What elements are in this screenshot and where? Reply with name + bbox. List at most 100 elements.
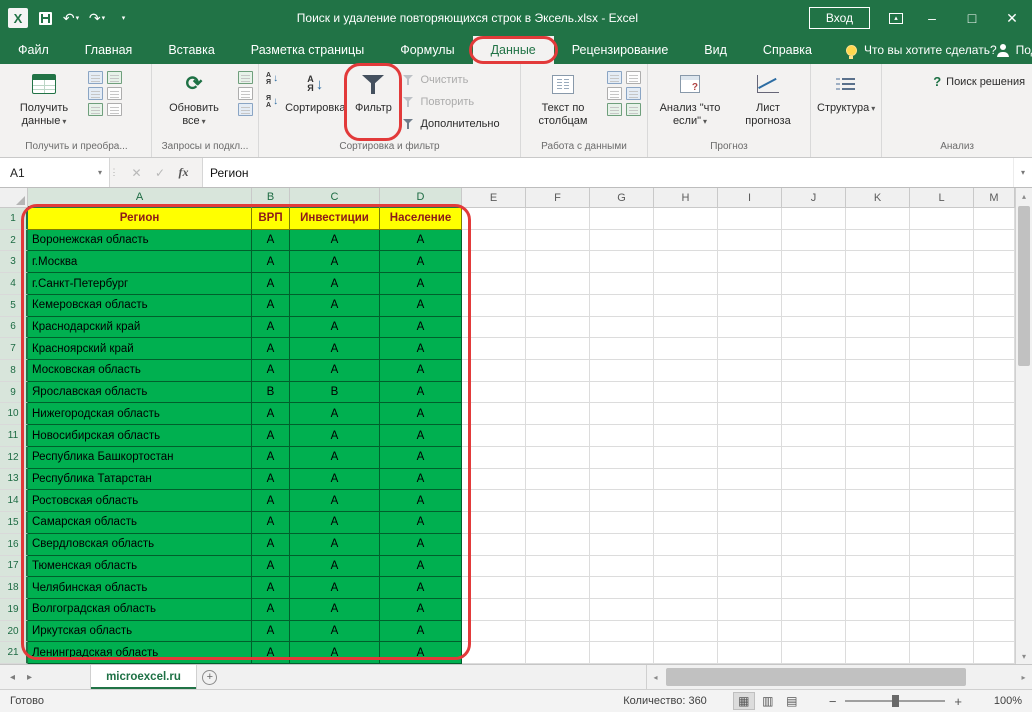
cell-D7[interactable]: A <box>380 338 462 360</box>
cell-B1[interactable]: ВРП <box>252 208 290 230</box>
cell-A1[interactable]: Регион <box>28 208 252 230</box>
tab-page-layout[interactable]: Разметка страницы <box>233 36 382 64</box>
tab-file[interactable]: Файл <box>0 36 67 64</box>
cell-C12[interactable]: A <box>290 447 380 469</box>
cell-B4[interactable]: A <box>252 273 290 295</box>
cell-A12[interactable]: Республика Башкортостан <box>28 447 252 469</box>
cell-M19[interactable] <box>974 599 1015 621</box>
manage-data-model-icon[interactable] <box>626 103 641 116</box>
cell-A19[interactable]: Волгоградская область <box>28 599 252 621</box>
cell-C5[interactable]: A <box>290 295 380 317</box>
share-button[interactable]: Поделиться <box>997 36 1032 64</box>
cell-M14[interactable] <box>974 490 1015 512</box>
cell-C14[interactable]: A <box>290 490 380 512</box>
cell-A14[interactable]: Ростовская область <box>28 490 252 512</box>
column-header-C[interactable]: C <box>290 188 380 208</box>
cell-C9[interactable]: B <box>290 382 380 404</box>
cell-L1[interactable] <box>910 208 974 230</box>
name-box-dropdown-icon[interactable]: ▾ <box>98 168 109 177</box>
cell-F8[interactable] <box>526 360 590 382</box>
cell-B8[interactable]: A <box>252 360 290 382</box>
cell-A16[interactable]: Свердловская область <box>28 534 252 556</box>
cell-E20[interactable] <box>462 621 526 643</box>
cell-H8[interactable] <box>654 360 718 382</box>
cell-J4[interactable] <box>782 273 846 295</box>
cell-I18[interactable] <box>718 577 782 599</box>
cell-M8[interactable] <box>974 360 1015 382</box>
tab-data[interactable]: Данные <box>473 36 554 64</box>
page-layout-view-button[interactable]: ▥ <box>757 692 779 710</box>
from-text-csv-icon[interactable] <box>88 71 103 84</box>
cell-J7[interactable] <box>782 338 846 360</box>
cell-D13[interactable]: A <box>380 469 462 491</box>
from-web-icon[interactable] <box>88 87 103 100</box>
cell-D20[interactable]: A <box>380 621 462 643</box>
row-header-17[interactable]: 17 <box>0 556 28 578</box>
existing-connections-icon[interactable] <box>88 103 103 116</box>
cell-G4[interactable] <box>590 273 654 295</box>
cell-H21[interactable] <box>654 642 718 664</box>
cell-J14[interactable] <box>782 490 846 512</box>
cell-H5[interactable] <box>654 295 718 317</box>
cell-M16[interactable] <box>974 534 1015 556</box>
page-break-view-button[interactable]: ▤ <box>781 692 803 710</box>
cell-E18[interactable] <box>462 577 526 599</box>
cell-J15[interactable] <box>782 512 846 534</box>
cell-B18[interactable]: A <box>252 577 290 599</box>
cell-K17[interactable] <box>846 556 910 578</box>
cell-H13[interactable] <box>654 469 718 491</box>
cell-A20[interactable]: Иркутская область <box>28 621 252 643</box>
sort-az-button[interactable]: АЯ ↓ <box>262 68 282 90</box>
row-header-6[interactable]: 6 <box>0 317 28 339</box>
column-header-H[interactable]: H <box>654 188 718 208</box>
name-box[interactable]: A1 ▾ <box>0 158 110 187</box>
cell-D1[interactable]: Население <box>380 208 462 230</box>
cell-D10[interactable]: A <box>380 403 462 425</box>
cell-A13[interactable]: Республика Татарстан <box>28 469 252 491</box>
ribbon-display-options-button[interactable]: ▴ <box>880 0 912 36</box>
cell-L4[interactable] <box>910 273 974 295</box>
cell-G2[interactable] <box>590 230 654 252</box>
cell-K21[interactable] <box>846 642 910 664</box>
cell-H18[interactable] <box>654 577 718 599</box>
cell-J1[interactable] <box>782 208 846 230</box>
cell-L18[interactable] <box>910 577 974 599</box>
cell-D15[interactable]: A <box>380 512 462 534</box>
cell-K2[interactable] <box>846 230 910 252</box>
cell-M18[interactable] <box>974 577 1015 599</box>
cell-F9[interactable] <box>526 382 590 404</box>
cell-G7[interactable] <box>590 338 654 360</box>
cell-J20[interactable] <box>782 621 846 643</box>
cell-B21[interactable]: A <box>252 642 290 664</box>
column-header-D[interactable]: D <box>380 188 462 208</box>
cell-I12[interactable] <box>718 447 782 469</box>
cell-E3[interactable] <box>462 251 526 273</box>
cell-L16[interactable] <box>910 534 974 556</box>
cell-K4[interactable] <box>846 273 910 295</box>
column-header-J[interactable]: J <box>782 188 846 208</box>
formula-bar-splitter[interactable]: ⋮ <box>110 158 118 187</box>
cell-I16[interactable] <box>718 534 782 556</box>
cell-K19[interactable] <box>846 599 910 621</box>
column-header-I[interactable]: I <box>718 188 782 208</box>
get-data-button[interactable]: Получить данные▾ <box>5 65 83 139</box>
cell-C11[interactable]: A <box>290 425 380 447</box>
cell-H20[interactable] <box>654 621 718 643</box>
row-header-20[interactable]: 20 <box>0 621 28 643</box>
tab-view[interactable]: Вид <box>686 36 745 64</box>
cell-H19[interactable] <box>654 599 718 621</box>
cell-H1[interactable] <box>654 208 718 230</box>
cell-F3[interactable] <box>526 251 590 273</box>
cell-K1[interactable] <box>846 208 910 230</box>
cell-D2[interactable]: A <box>380 230 462 252</box>
cell-D14[interactable]: A <box>380 490 462 512</box>
cell-H15[interactable] <box>654 512 718 534</box>
cell-E6[interactable] <box>462 317 526 339</box>
cell-B7[interactable]: A <box>252 338 290 360</box>
cell-G1[interactable] <box>590 208 654 230</box>
cell-E10[interactable] <box>462 403 526 425</box>
remove-duplicates-icon[interactable] <box>626 71 641 84</box>
cell-E12[interactable] <box>462 447 526 469</box>
close-button[interactable]: ✕ <box>992 0 1032 36</box>
cell-L20[interactable] <box>910 621 974 643</box>
